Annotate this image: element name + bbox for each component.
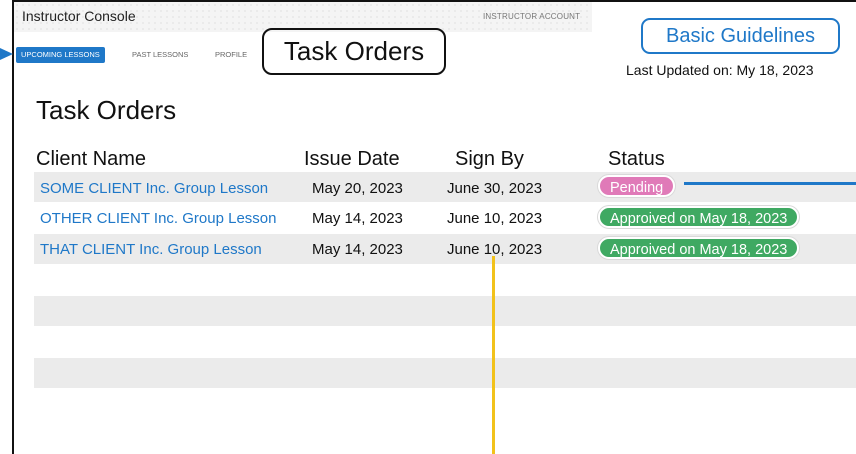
- status-badge-pending: Pending: [598, 175, 676, 197]
- column-header-issue-date: Issue Date: [304, 148, 400, 170]
- table-row-stripe: [34, 358, 856, 388]
- annotation-line-blue: [684, 182, 856, 185]
- issue-date: May 14, 2023: [312, 241, 403, 258]
- status-badge-approved: Approived on May 18, 2023: [598, 206, 800, 228]
- column-header-status: Status: [608, 148, 665, 170]
- section-callout: Task Orders: [262, 28, 446, 75]
- column-header-client: Client Name: [36, 148, 147, 170]
- tab-upcoming-lessons[interactable]: UPCOMING LESSONS: [16, 47, 105, 63]
- client-link[interactable]: THAT CLIENT Inc. Group Lesson: [40, 241, 262, 258]
- page-title: Task Orders: [36, 95, 177, 125]
- last-updated-text: Last Updated on: My 18, 2023: [626, 62, 814, 78]
- account-menu[interactable]: INSTRUCTOR ACCOUNT: [483, 12, 580, 21]
- sign-by-date: June 10, 2023: [447, 210, 543, 227]
- app-title: Instructor Console: [22, 8, 136, 24]
- table-row-stripe: [34, 296, 856, 326]
- callout-arrow-left: [0, 48, 13, 60]
- sign-by-date: June 30, 2023: [447, 180, 543, 197]
- basic-guidelines-button[interactable]: Basic Guidelines: [641, 18, 840, 54]
- tab-past-lessons[interactable]: PAST LESSONS: [132, 47, 188, 63]
- client-link[interactable]: OTHER CLIENT Inc. Group Lesson: [40, 210, 276, 227]
- status-badge-approved: Approived on May 18, 2023: [598, 237, 800, 259]
- annotation-line-yellow: [492, 256, 495, 454]
- issue-date: May 20, 2023: [312, 180, 403, 197]
- client-link[interactable]: SOME CLIENT Inc. Group Lesson: [40, 180, 268, 197]
- issue-date: May 14, 2023: [312, 210, 403, 227]
- column-header-sign-by: Sign By: [455, 148, 524, 170]
- tab-profile[interactable]: PROFILE: [215, 47, 247, 63]
